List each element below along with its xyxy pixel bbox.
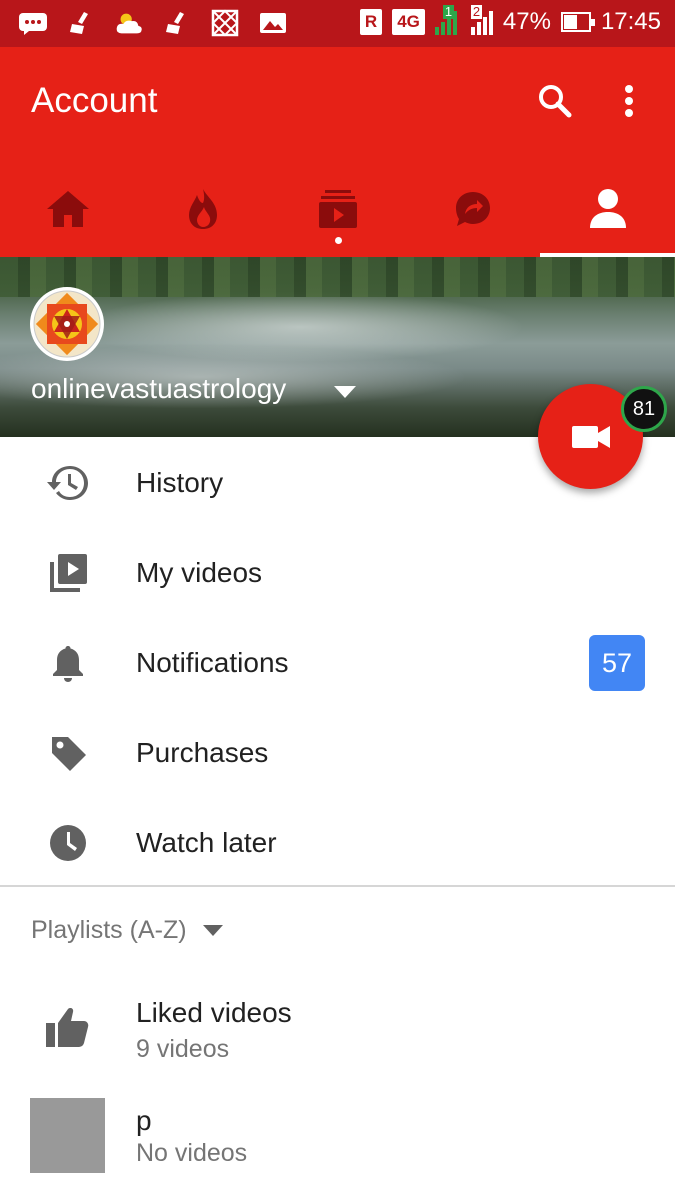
menu-item-watch-later[interactable]: Watch later bbox=[0, 798, 675, 888]
channel-avatar[interactable] bbox=[30, 287, 104, 361]
app-bar: Account bbox=[0, 47, 675, 257]
grid-app-icon bbox=[210, 9, 240, 37]
chevron-down-icon[interactable] bbox=[333, 385, 357, 399]
signal-sim2-icon: 2 bbox=[470, 5, 493, 35]
playlist-count: 9 videos bbox=[136, 1035, 230, 1063]
status-indicators: R 4G 1 2 47% 17:45 bbox=[359, 5, 661, 36]
tab-home[interactable] bbox=[0, 167, 135, 257]
network-type: 4G bbox=[392, 9, 425, 35]
status-notifications bbox=[18, 9, 288, 37]
tag-icon bbox=[46, 731, 90, 775]
new-content-dot bbox=[334, 237, 342, 244]
roaming-indicator: R bbox=[359, 9, 383, 35]
clock-icon bbox=[46, 821, 90, 865]
gallery-icon bbox=[258, 10, 288, 36]
page-title: Account bbox=[31, 81, 158, 120]
message-icon bbox=[18, 10, 48, 36]
tab-bar bbox=[0, 167, 675, 257]
status-bar: R 4G 1 2 47% 17:45 bbox=[0, 0, 675, 47]
clock: 17:45 bbox=[600, 8, 661, 35]
playlist-thumbnail bbox=[30, 1098, 105, 1173]
menu-item-history[interactable]: History bbox=[0, 438, 675, 528]
account-icon bbox=[589, 189, 626, 228]
notification-count-badge: 57 bbox=[589, 635, 645, 691]
playlist-count: No videos bbox=[136, 1139, 248, 1167]
chevron-down-icon bbox=[202, 924, 223, 936]
subscriptions-icon bbox=[318, 190, 357, 228]
playlist-title: Liked videos bbox=[136, 997, 292, 1028]
menu-label: History bbox=[136, 467, 224, 498]
menu-label: My videos bbox=[136, 557, 263, 588]
trending-icon bbox=[188, 189, 217, 229]
tab-account[interactable] bbox=[540, 167, 675, 257]
section-divider bbox=[0, 885, 675, 887]
playlist-item-liked[interactable]: Liked videos 9 videos bbox=[0, 985, 675, 1075]
signal-sim1-icon: 1 bbox=[434, 5, 457, 35]
thumbs-up-icon bbox=[44, 1005, 90, 1054]
upload-counter-badge: 81 bbox=[621, 386, 667, 432]
menu-label: Purchases bbox=[136, 737, 269, 768]
shared-icon bbox=[455, 192, 490, 226]
playlist-item-p[interactable]: p No videos bbox=[0, 1095, 675, 1185]
history-icon bbox=[46, 461, 90, 505]
menu-label: Watch later bbox=[136, 827, 277, 858]
menu-item-notifications[interactable]: Notifications 57 bbox=[0, 618, 675, 708]
playlists-header-label: Playlists (A-Z) bbox=[31, 916, 187, 944]
battery-percent: 47% bbox=[502, 8, 551, 35]
bell-icon bbox=[46, 641, 90, 685]
tab-shared[interactable] bbox=[405, 167, 540, 257]
channel-name[interactable]: onlinevastuastrology bbox=[31, 373, 286, 405]
home-icon bbox=[46, 191, 89, 227]
menu-item-my-videos[interactable]: My videos bbox=[0, 528, 675, 618]
sim1-label: 1 bbox=[442, 4, 455, 19]
playlists-sort-header[interactable]: Playlists (A-Z) bbox=[31, 916, 223, 945]
weather-icon bbox=[114, 10, 144, 36]
search-icon[interactable] bbox=[535, 81, 575, 121]
banner-forest bbox=[0, 257, 675, 297]
sim2-label: 2 bbox=[470, 4, 483, 19]
tab-trending[interactable] bbox=[135, 167, 270, 257]
broom-icon bbox=[162, 10, 192, 36]
battery-icon bbox=[560, 12, 595, 32]
my-videos-icon bbox=[46, 551, 90, 595]
broom-icon bbox=[66, 10, 96, 36]
playlist-title: p bbox=[136, 1105, 152, 1136]
menu-label: Notifications bbox=[136, 647, 289, 678]
more-options-icon[interactable] bbox=[612, 81, 646, 121]
account-menu: History My videos Notifications 57 Purch… bbox=[0, 438, 675, 888]
menu-item-purchases[interactable]: Purchases bbox=[0, 708, 675, 798]
tab-subscriptions[interactable] bbox=[270, 167, 405, 257]
